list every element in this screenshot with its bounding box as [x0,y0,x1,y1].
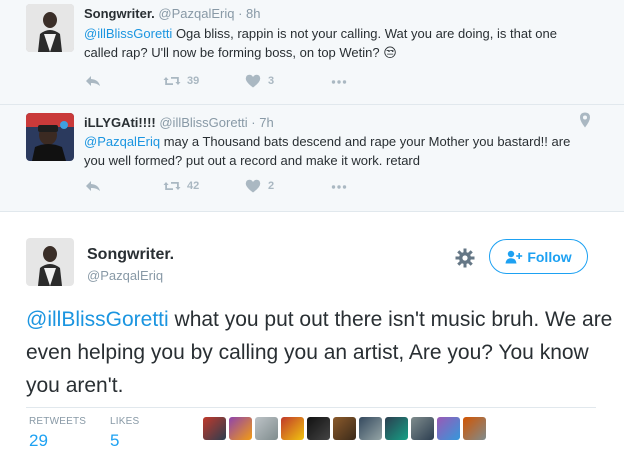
author-name[interactable]: Songwriter. [84,6,155,21]
liker-avatar[interactable] [255,417,278,440]
liker-avatars [203,417,489,440]
retweet-icon [163,182,181,190]
liker-avatar[interactable] [437,417,460,440]
liker-avatar[interactable] [333,417,356,440]
location-pin-icon[interactable] [579,112,591,128]
retweet-count: 42 [187,180,200,192]
liker-avatar[interactable] [229,417,252,440]
retweet-icon [163,77,181,85]
liker-avatar[interactable] [307,417,330,440]
like-button[interactable]: 2 [244,176,274,196]
mention-link[interactable]: @PazqalEriq [84,134,160,149]
divider [0,211,624,212]
likes-label: LIKES [110,416,140,427]
liker-avatar[interactable] [203,417,226,440]
tweet-text: @PazqalEriq may a Thousand bats descend … [84,132,594,170]
tweet-text: @illBlissGoretti Oga bliss, rappin is no… [84,24,594,62]
author-handle-time[interactable]: @illBlissGoretti · 7h [159,115,273,130]
author-name[interactable]: iLLYGAti!!!! [84,115,156,130]
liker-avatar[interactable] [281,417,304,440]
gear-icon[interactable] [455,248,475,268]
more-button[interactable] [330,176,348,196]
avatar[interactable] [26,4,74,52]
follow-button[interactable]: Follow [489,239,588,274]
main-author-handle[interactable]: @PazqalEriq [87,268,163,283]
retweets-label: RETWEETS [29,416,87,427]
reply-button[interactable] [84,176,102,196]
liker-avatar[interactable] [463,417,486,440]
liker-avatar[interactable] [385,417,408,440]
like-button[interactable]: 3 [244,71,274,91]
reply-icon [86,181,100,191]
tweet-header: iLLYGAti!!!! @illBlissGoretti · 7h [84,115,274,130]
stats-divider [26,407,596,408]
liker-avatar[interactable] [359,417,382,440]
liker-avatar[interactable] [411,417,434,440]
like-count: 2 [268,180,275,192]
main-tweet-text: @illBlissGoretti what you put out there … [26,303,616,402]
follow-user-icon [505,250,523,263]
retweet-count: 39 [187,75,200,87]
mention-link[interactable]: @illBlissGoretti [26,308,169,331]
more-icon [331,185,347,189]
retweets-stat[interactable]: RETWEETS 29 [29,416,86,451]
tweet-header: Songwriter. @PazqalEriq · 8h [84,6,261,21]
mention-link[interactable]: @illBlissGoretti [84,26,172,41]
like-count: 3 [268,75,275,87]
main-avatar[interactable] [26,238,74,286]
divider [0,104,624,105]
likes-count: 5 [110,431,120,450]
author-handle-time[interactable]: @PazqalEriq · 8h [158,6,260,21]
heart-icon [245,74,261,88]
more-icon [331,80,347,84]
retweet-button[interactable]: 42 [163,176,199,196]
likes-stat[interactable]: LIKES 5 [110,416,139,451]
more-button[interactable] [330,71,348,91]
retweets-count: 29 [29,431,48,450]
avatar[interactable] [26,113,74,161]
main-author-name[interactable]: Songwriter. [87,246,174,264]
retweet-button[interactable]: 39 [163,71,199,91]
reply-button[interactable] [84,71,102,91]
heart-icon [245,179,261,193]
follow-label: Follow [527,248,572,265]
reply-icon [86,76,100,86]
